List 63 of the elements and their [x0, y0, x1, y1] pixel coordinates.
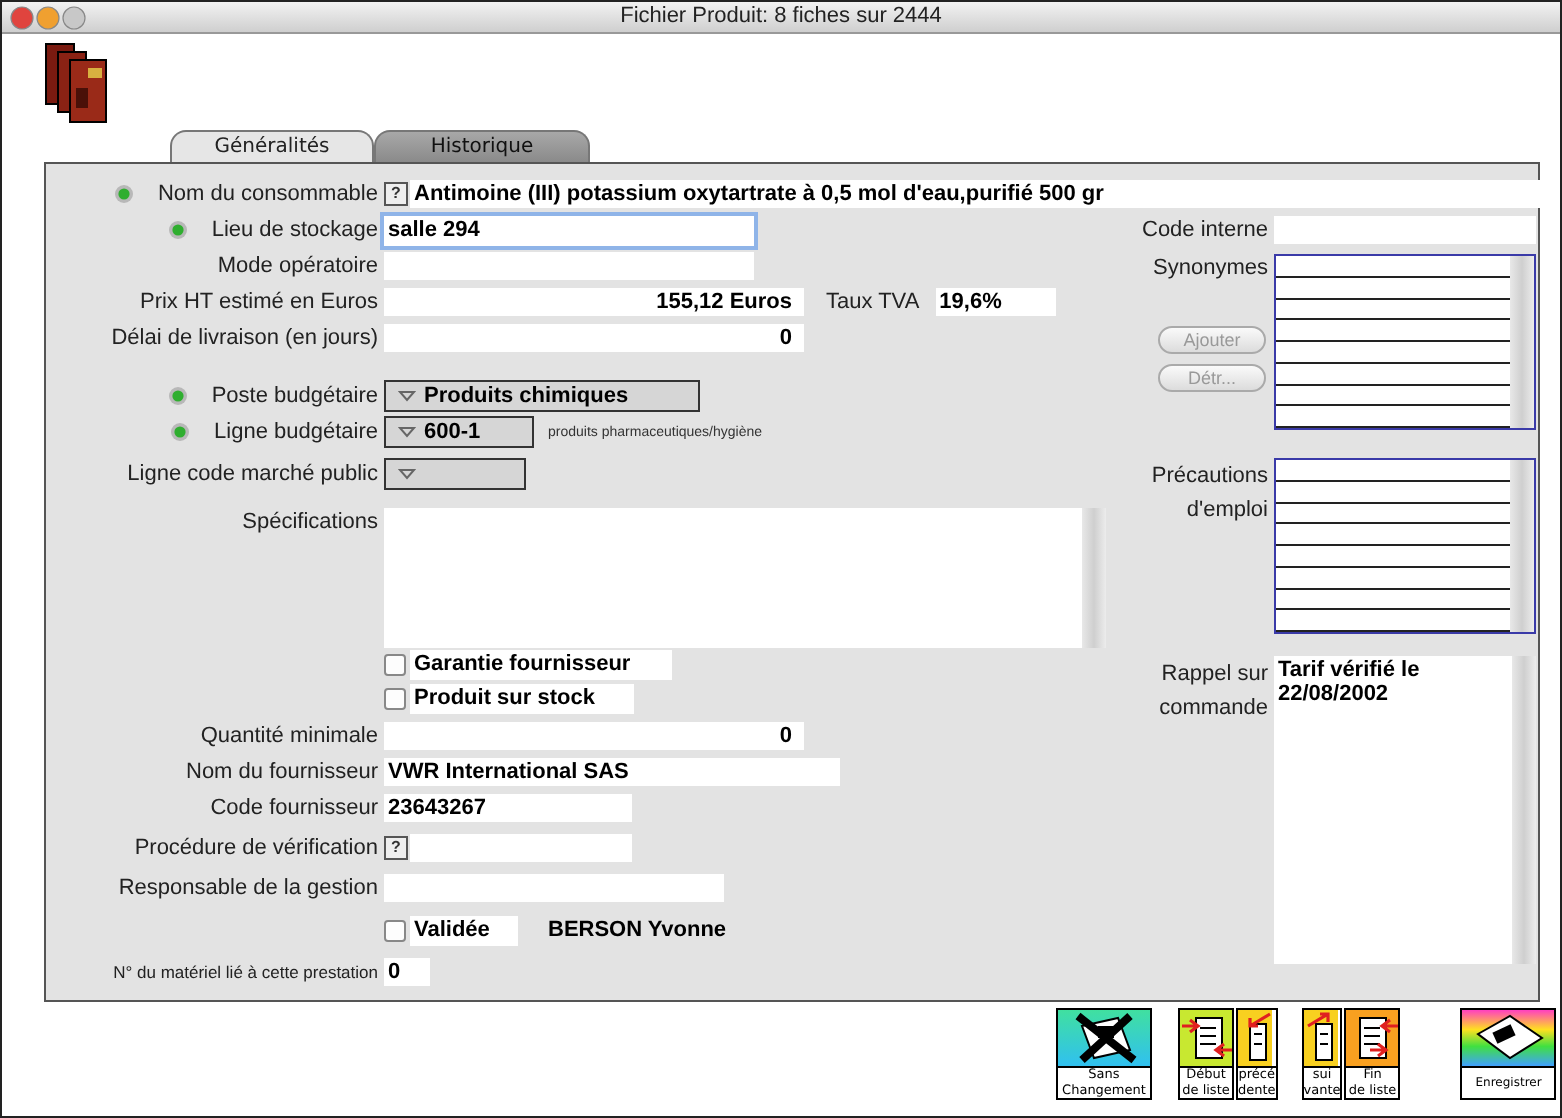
caret-icon — [398, 468, 416, 480]
scroll-bar[interactable] — [1082, 508, 1106, 648]
text-field[interactable] — [384, 874, 724, 902]
field-label: Rappel sur commande — [1159, 660, 1268, 724]
text-field[interactable] — [1274, 216, 1536, 244]
precautions-list[interactable] — [1274, 458, 1536, 634]
minimize-button[interactable] — [36, 5, 60, 29]
text-field[interactable]: 0 — [384, 958, 430, 986]
field-label: Procédure de vérification — [134, 836, 378, 860]
text-field[interactable]: 23643267 — [384, 794, 632, 822]
field-label: Spécifications — [242, 510, 378, 534]
field-label: Code fournisseur — [210, 796, 378, 820]
synonyms-list[interactable] — [1274, 254, 1536, 430]
field-label: Délai de livraison (en jours) — [111, 326, 378, 350]
memo-text: Tarif vérifié le 22/08/2002 — [1276, 656, 1422, 710]
field-label: Mode opératoire — [217, 254, 378, 278]
scroll-bar[interactable] — [1510, 256, 1534, 428]
dropdown[interactable]: 600-1 — [384, 416, 534, 448]
text-field[interactable]: 0 — [384, 722, 804, 750]
text-field[interactable]: 19,6% — [935, 288, 1056, 316]
field-label: Précautions d'emploi — [1151, 462, 1268, 526]
text-field[interactable]: salle 294 — [384, 215, 754, 245]
field-label: Ligne code marché public — [127, 462, 378, 486]
field-label: Responsable de la gestion — [118, 876, 378, 900]
field-label: Quantité minimale — [200, 724, 378, 748]
dropdown[interactable]: Produits chimiques — [384, 380, 700, 412]
caret-icon — [398, 426, 416, 438]
books-icon — [44, 40, 108, 124]
checkbox-label: Produit sur stock — [410, 684, 634, 714]
window-title: Fichier Produit: 8 fiches sur 2444 — [620, 4, 942, 28]
zoom-button[interactable] — [62, 5, 86, 29]
text-field[interactable]: Antimoine (III) potassium oxytartrate à 0,5 mol d'eau,purifié 500 gr — [410, 180, 1540, 208]
text-field[interactable] — [384, 252, 754, 280]
text-field[interactable] — [410, 834, 632, 862]
caret-icon — [398, 390, 416, 402]
field-label: Taux TVA — [826, 290, 920, 314]
field-label: Lieu de stockage — [211, 218, 378, 242]
checkbox-label: Garantie fournisseur — [410, 650, 672, 680]
text-field[interactable]: VWR International SAS — [384, 758, 840, 786]
help-button[interactable]: ? — [384, 836, 408, 860]
checkbox-label: Validée — [410, 915, 518, 945]
dropdown[interactable] — [384, 458, 526, 490]
tab[interactable]: Historique — [374, 130, 590, 162]
field-label: Ligne budgétaire — [214, 420, 378, 444]
field-label: N° du matériel lié à cette prestation — [113, 962, 378, 982]
scroll-bar[interactable] — [1510, 460, 1534, 632]
user-name: BERSON Yvonne — [548, 918, 727, 942]
scroll-bar[interactable] — [1512, 656, 1536, 964]
field-label: Poste budgétaire — [211, 384, 378, 408]
checkbox[interactable] — [384, 688, 406, 710]
checkbox[interactable] — [384, 654, 406, 676]
field-label: Synonymes — [1153, 256, 1268, 280]
help-button[interactable]: ? — [384, 182, 408, 206]
field-label: Code interne — [1142, 218, 1268, 242]
text-field[interactable]: 155,12 Euros — [384, 288, 804, 316]
text-area[interactable]: Tarif vérifié le 22/08/2002 — [1274, 656, 1536, 964]
field-label: Nom du consommable — [157, 182, 378, 206]
checkbox[interactable] — [384, 919, 406, 941]
field-label: Prix HT estimé en Euros — [139, 290, 378, 314]
tab[interactable]: Généralités — [170, 130, 374, 162]
field-label: Nom du fournisseur — [186, 760, 378, 784]
close-button[interactable] — [10, 5, 34, 29]
text-field[interactable]: 0 — [384, 324, 804, 352]
